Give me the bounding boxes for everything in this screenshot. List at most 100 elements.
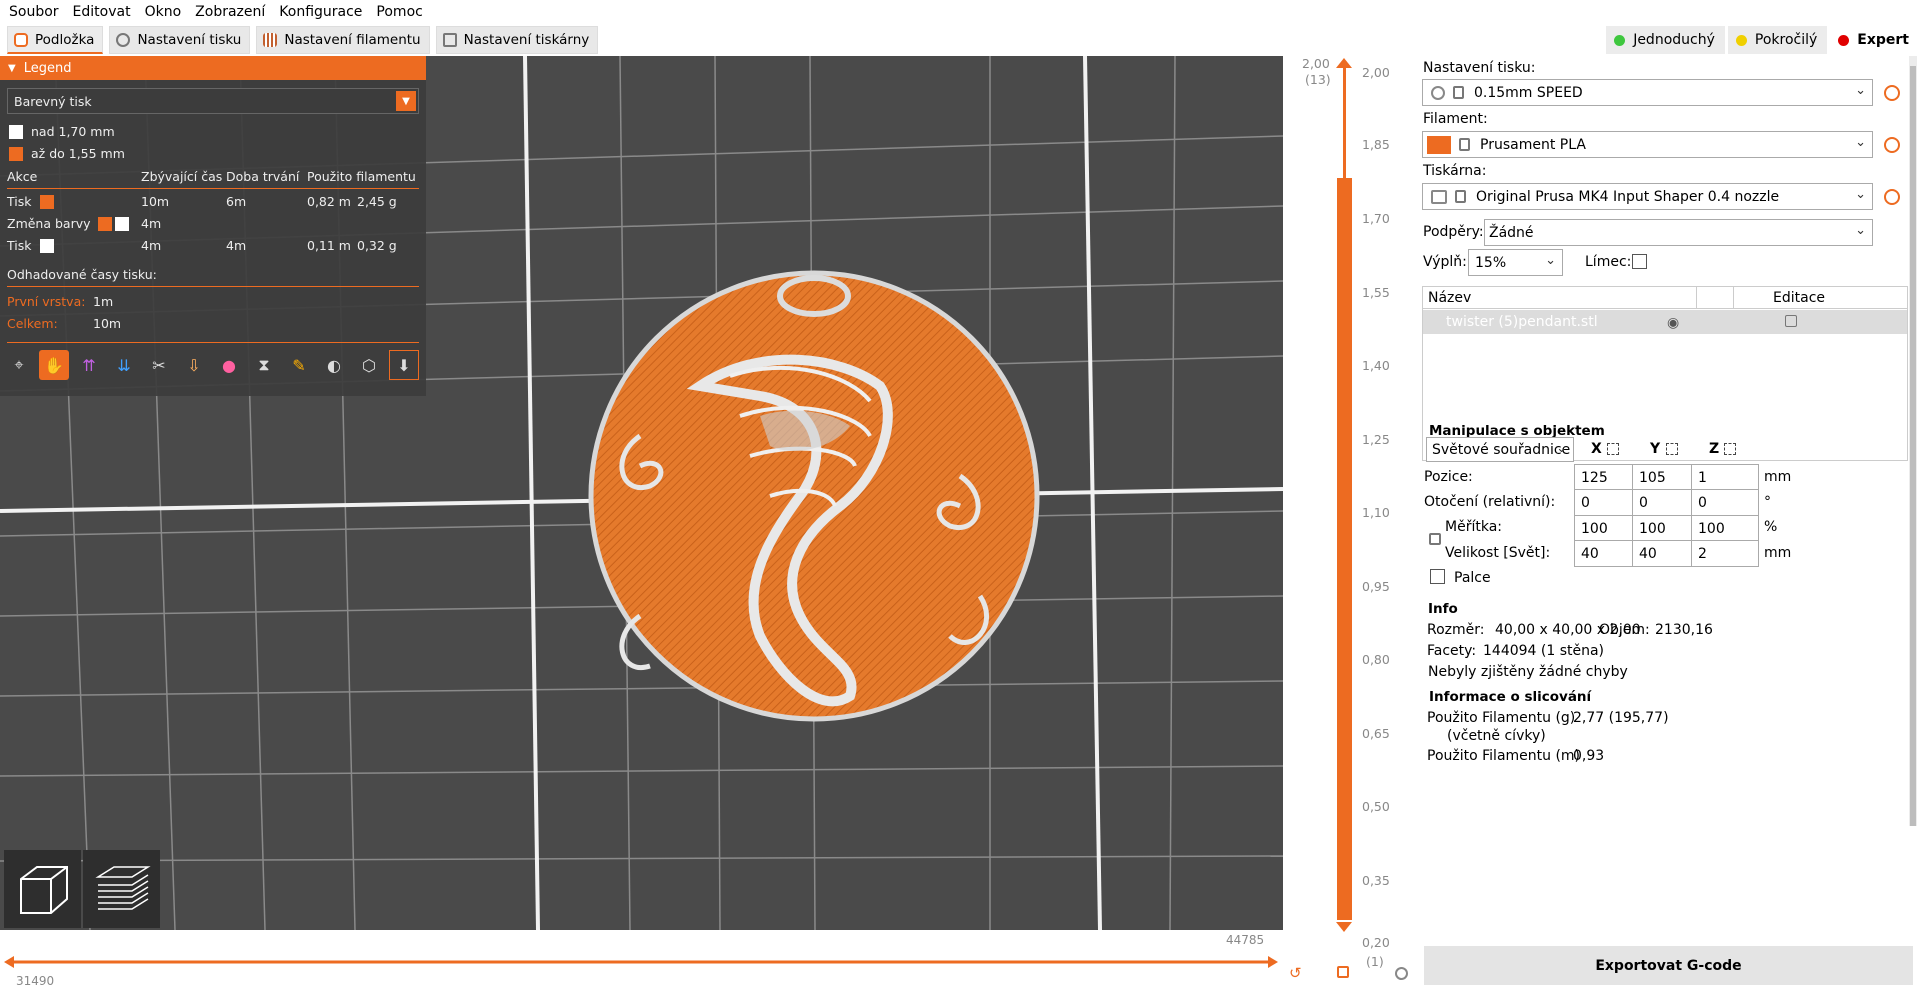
scrollbar-thumb[interactable]: [1910, 66, 1916, 826]
color-swatch-icon: [97, 216, 112, 231]
tick-label: 1,25: [1362, 432, 1390, 447]
filament-color-swatch: [1427, 135, 1451, 154]
legend-header[interactable]: ▼ Legend: [0, 56, 426, 80]
drop-to-bed-icon[interactable]: [1607, 443, 1619, 455]
shells-icon[interactable]: ⬡: [354, 350, 384, 380]
tick-label: 0,50: [1362, 799, 1390, 814]
deretractions-icon[interactable]: ⇊: [109, 350, 139, 380]
rotation-label: Otočení (relativní):: [1424, 494, 1556, 510]
total-label: Celkem:: [7, 316, 58, 331]
export-gcode-button[interactable]: Exportovat G-code: [1424, 946, 1913, 985]
errors-status: Nebyly zjištěny žádné chyby: [1428, 664, 1628, 680]
tick-label: 0,35: [1362, 873, 1390, 888]
infill-value: 15%: [1475, 254, 1507, 271]
chevron-down-icon: ▼: [396, 91, 416, 111]
column-divider: [1696, 287, 1697, 309]
padlock-icon: [1453, 86, 1464, 99]
tool-changes-icon[interactable]: ⇩: [179, 350, 209, 380]
view-3d-button[interactable]: [4, 850, 81, 928]
color-changes-icon[interactable]: ●: [214, 350, 244, 380]
sidebar-scrollbar[interactable]: [1909, 56, 1917, 826]
tab-print-settings[interactable]: Nastavení tisku: [109, 26, 251, 54]
position-unit: mm: [1764, 469, 1792, 485]
print-preset-select[interactable]: 0.15mm SPEED ⌄: [1422, 79, 1873, 106]
printer-settings-icon[interactable]: [1884, 189, 1900, 205]
filament-preset-select[interactable]: Prusament PLA ⌄: [1422, 131, 1873, 158]
center-of-gravity-icon[interactable]: ◐: [319, 350, 349, 380]
printer-icon: [442, 33, 457, 47]
brim-label: Límec:: [1585, 254, 1632, 270]
wipe-icon[interactable]: ✋: [39, 350, 69, 380]
legend-col-action: Akce: [7, 169, 38, 184]
print-preset-settings-icon[interactable]: [1884, 85, 1900, 101]
seams-icon[interactable]: ✂: [144, 350, 174, 380]
menu-konfigurace[interactable]: Konfigurace: [279, 4, 362, 20]
size-y-field[interactable]: 40: [1632, 540, 1700, 567]
rotation-z-field[interactable]: 0: [1691, 489, 1759, 516]
mode-advanced-button[interactable]: Pokročilý: [1727, 26, 1828, 54]
object-list-row[interactable]: twister (5)pendant.stl ◉: [1423, 310, 1907, 334]
edit-settings-icon[interactable]: [1785, 315, 1797, 327]
menu-zobrazeni[interactable]: Zobrazení: [195, 4, 265, 20]
scale-y-field[interactable]: 100: [1632, 515, 1700, 542]
legend-view-type-select[interactable]: Barevný tisk ▼: [7, 88, 419, 114]
custom-gcode-icon[interactable]: ✎: [284, 350, 314, 380]
column-edit[interactable]: Editace: [1773, 290, 1825, 306]
coordinate-system-value: Světové souřadnice: [1432, 441, 1571, 458]
legend-row-weight: 2,45 g: [357, 194, 397, 209]
chevron-down-icon: ⌄: [1855, 135, 1866, 150]
menu-soubor[interactable]: Soubor: [9, 4, 59, 20]
inches-checkbox[interactable]: [1430, 569, 1445, 584]
menu-editovat[interactable]: Editovat: [73, 4, 131, 20]
coordinate-system-select[interactable]: Světové souřadnice ⌄: [1426, 437, 1574, 462]
infill-select[interactable]: 15% ⌄: [1468, 249, 1563, 276]
used-g-label: Použito Filamentu (g): [1427, 710, 1576, 726]
tick-label: 1,55: [1362, 285, 1390, 300]
color-swatch-icon: [40, 238, 55, 253]
menu-okno[interactable]: Okno: [145, 4, 182, 20]
tab-filament-label: Nastavení filamentu: [284, 32, 421, 48]
printer-icon: [1431, 189, 1447, 204]
position-z-field[interactable]: 1: [1691, 464, 1759, 491]
color-swatch-icon: [9, 146, 23, 161]
padlock-icon[interactable]: [1429, 533, 1441, 545]
legend-row-length: 0,11 m: [307, 238, 351, 253]
vertical-layer-slider[interactable]: 2,00 (13) 2,00 1,85 1,70 1,55 1,40 1,25 …: [1283, 56, 1418, 985]
brim-checkbox[interactable]: [1632, 254, 1647, 269]
retractions-icon[interactable]: ⇈: [74, 350, 104, 380]
tab-filament-settings[interactable]: Nastavení filamentu: [256, 26, 430, 54]
view-layers-button[interactable]: [83, 850, 160, 928]
undo-arrow-icon[interactable]: ↺: [1289, 964, 1302, 982]
tool-marker-icon[interactable]: ⬇: [389, 350, 419, 380]
tick-label: 0,65: [1362, 726, 1390, 741]
column-name[interactable]: Název: [1428, 290, 1471, 306]
supports-select[interactable]: Žádné ⌄: [1484, 219, 1873, 246]
scale-z-field[interactable]: 100: [1691, 515, 1759, 542]
tab-plater[interactable]: Podložka: [7, 26, 104, 54]
tab-printer-settings[interactable]: Nastavení tiskárny: [435, 26, 599, 54]
horizontal-move-slider[interactable]: 31490 44785: [0, 930, 1283, 988]
settings-cog-icon[interactable]: [1395, 967, 1408, 980]
tick-label: 1,85: [1362, 137, 1390, 152]
travel-icon[interactable]: ⌖: [4, 350, 34, 380]
chevron-down-icon: ⌄: [1855, 187, 1866, 202]
drop-to-bed-icon[interactable]: [1666, 443, 1678, 455]
mode-expert-button[interactable]: Expert: [1830, 26, 1919, 54]
mode-simple-button[interactable]: Jednoduchý: [1606, 26, 1725, 54]
pause-prints-icon[interactable]: ⧗: [249, 350, 279, 380]
gear-icon: [1431, 85, 1445, 100]
filament-settings-icon[interactable]: [1884, 137, 1900, 153]
menu-bar: Soubor Editovat Okno Zobrazení Konfigura…: [0, 0, 1919, 24]
first-layer-label: První vrstva:: [7, 294, 86, 309]
menu-pomoc[interactable]: Pomoc: [376, 4, 422, 20]
eye-icon[interactable]: ◉: [1667, 315, 1679, 331]
legend-toolbar: ⌖ ✋ ⇈ ⇊ ✂ ⇩ ● ⧗ ✎ ◐ ⬡ ⬇: [4, 350, 424, 380]
legend-item-label: nad 1,70 mm: [31, 124, 115, 139]
rotation-y-field[interactable]: 0: [1632, 489, 1700, 516]
position-y-field[interactable]: 105: [1632, 464, 1700, 491]
drop-to-bed-icon[interactable]: [1724, 443, 1736, 455]
printer-preset-select[interactable]: Original Prusa MK4 Input Shaper 0.4 nozz…: [1422, 183, 1873, 210]
lock-icon[interactable]: [1337, 966, 1349, 978]
size-info-label: Rozměr:: [1427, 622, 1485, 638]
size-z-field[interactable]: 2: [1691, 540, 1759, 567]
